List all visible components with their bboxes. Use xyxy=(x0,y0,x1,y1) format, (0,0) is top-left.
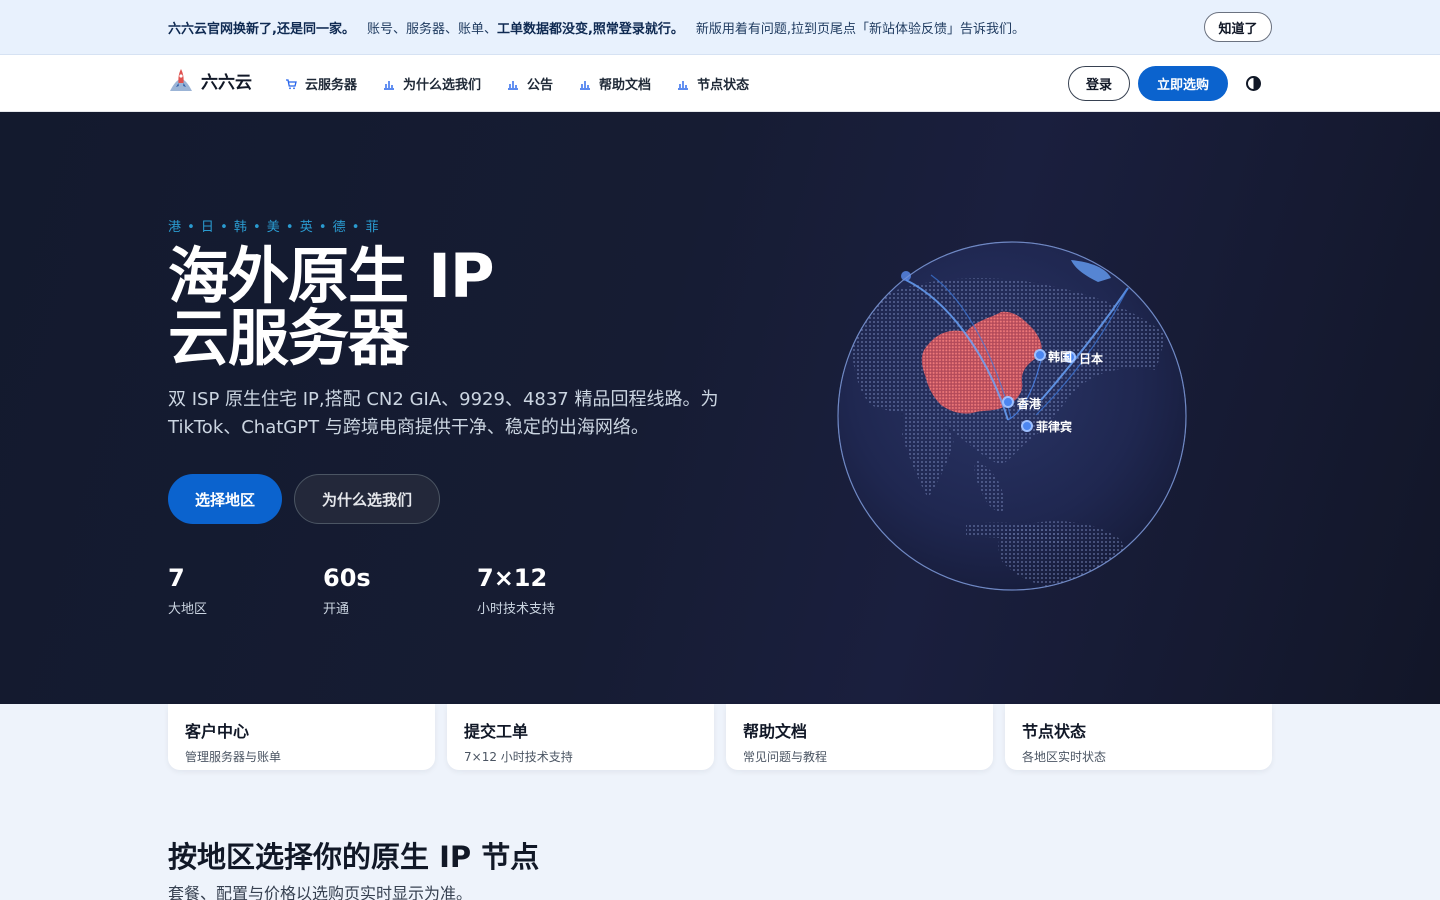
card-subtitle: 常见问题与教程 xyxy=(743,750,828,764)
hero-title-line1: 海外原生 IP xyxy=(168,241,495,312)
nav-item-label: 帮助文档 xyxy=(599,78,652,93)
notice-text-part3: 新版用着有问题,拉到页尾点「新站体验反馈」告诉我们。 xyxy=(695,22,1026,37)
bar-chart-icon xyxy=(580,80,591,90)
card-node-status[interactable]: 节点状态 各地区实时状态 xyxy=(1005,704,1272,770)
rocket-logo-icon xyxy=(170,69,192,91)
card-title: 客户中心 xyxy=(185,722,250,741)
card-title: 节点状态 xyxy=(1022,722,1087,741)
brand-logo[interactable]: 六六云 xyxy=(168,67,252,93)
card-title: 提交工单 xyxy=(464,722,529,741)
card-subtitle: 管理服务器与账单 xyxy=(185,750,282,764)
stat-label: 大地区 xyxy=(168,602,208,617)
theme-toggle-icon[interactable] xyxy=(1245,75,1262,92)
bar-chart-icon xyxy=(678,80,689,90)
globe-label-korea: 韩国 xyxy=(1048,350,1073,364)
notice-message: 六六云官网换新了,还是同一家。 账号、服务器、账单、工单数据都没变,照常登录就行。… xyxy=(168,18,1025,37)
bar-chart-icon xyxy=(508,80,519,90)
quick-links: 客户中心 管理服务器与账单 提交工单 7×12 小时技术支持 帮助文档 常见问题… xyxy=(168,704,1272,770)
login-button[interactable]: 登录 xyxy=(1068,66,1130,101)
nav-item-label: 节点状态 xyxy=(697,78,750,93)
globe-label-japan: 日本 xyxy=(1079,352,1104,366)
buy-now-button[interactable]: 立即选购 xyxy=(1138,66,1228,101)
stat-label: 小时技术支持 xyxy=(477,602,556,617)
main-menu: 云服务器 为什么选我们 公告 帮助文档 节点状态 xyxy=(285,74,775,93)
hero-title: 海外原生 IP 云服务器 xyxy=(168,241,495,374)
notice-bold-text-2: 工单数据都没变,照常登录就行。 xyxy=(496,22,684,37)
card-subtitle: 7×12 小时技术支持 xyxy=(464,750,573,764)
globe-label-philippines: 菲律宾 xyxy=(1036,420,1073,434)
notice-text-part2: 账号、服务器、账单、 xyxy=(366,22,497,37)
stat-provisioning: 60s 开通 xyxy=(323,564,371,617)
cart-icon xyxy=(286,78,297,89)
brand-name: 六六云 xyxy=(201,72,252,93)
section-title: 按地区选择你的原生 IP 节点 xyxy=(168,840,540,874)
bar-chart-icon xyxy=(384,80,395,90)
stat-support: 7×12 小时技术支持 xyxy=(477,564,555,617)
nav-item-announcements[interactable]: 公告 xyxy=(507,74,553,93)
nav-item-node-status[interactable]: 节点状态 xyxy=(677,74,749,93)
hero-section: 港 • 日 • 韩 • 美 • 英 • 德 • 菲 海外原生 IP 云服务器 双… xyxy=(0,112,1440,704)
stat-value: 60s xyxy=(323,564,371,592)
notice-bold-text: 六六云官网换新了,还是同一家。 xyxy=(168,22,355,37)
section-subtitle: 套餐、配置与价格以选购页实时显示为准。 xyxy=(168,884,473,900)
hero-title-line2: 云服务器 xyxy=(168,303,409,374)
globe-label-hongkong: 香港 xyxy=(1017,397,1042,411)
stat-value: 7×12 xyxy=(477,564,548,592)
nav-item-help-docs[interactable]: 帮助文档 xyxy=(579,74,651,93)
nav-item-label: 公告 xyxy=(527,78,554,93)
hero-description: 双 ISP 原生住宅 IP,搭配 CN2 GIA、9929、4837 精品回程线… xyxy=(168,389,719,438)
notice-bar: 六六云官网换新了,还是同一家。 账号、服务器、账单、工单数据都没变,照常登录就行。… xyxy=(0,0,1440,55)
card-help-docs[interactable]: 帮助文档 常见问题与教程 xyxy=(726,704,993,770)
stat-value: 7 xyxy=(168,564,185,592)
card-title: 帮助文档 xyxy=(743,722,808,741)
globe-visual: 韩国 日本 香港 菲律宾 xyxy=(836,240,1188,592)
globe-icon xyxy=(837,241,1187,591)
stat-label: 开通 xyxy=(323,602,350,617)
nav-item-why-us[interactable]: 为什么选我们 xyxy=(383,74,481,93)
region-tags: 港 • 日 • 韩 • 美 • 英 • 德 • 菲 xyxy=(168,220,380,235)
stat-regions: 7 大地区 xyxy=(168,564,207,617)
nav-item-label: 为什么选我们 xyxy=(403,78,482,93)
dismiss-notice-button[interactable]: 知道了 xyxy=(1204,12,1272,42)
why-us-button[interactable]: 为什么选我们 xyxy=(294,474,440,524)
nav-item-cloud-servers[interactable]: 云服务器 xyxy=(285,74,357,93)
nav-item-label: 云服务器 xyxy=(305,78,358,93)
card-subtitle: 各地区实时状态 xyxy=(1022,750,1107,764)
card-submit-ticket[interactable]: 提交工单 7×12 小时技术支持 xyxy=(447,704,714,770)
top-nav: 六六云 云服务器 为什么选我们 公告 帮助文档 节点状态 登录 立即选购 xyxy=(0,55,1440,112)
select-region-button[interactable]: 选择地区 xyxy=(168,474,282,524)
card-customer-center[interactable]: 客户中心 管理服务器与账单 xyxy=(168,704,435,770)
